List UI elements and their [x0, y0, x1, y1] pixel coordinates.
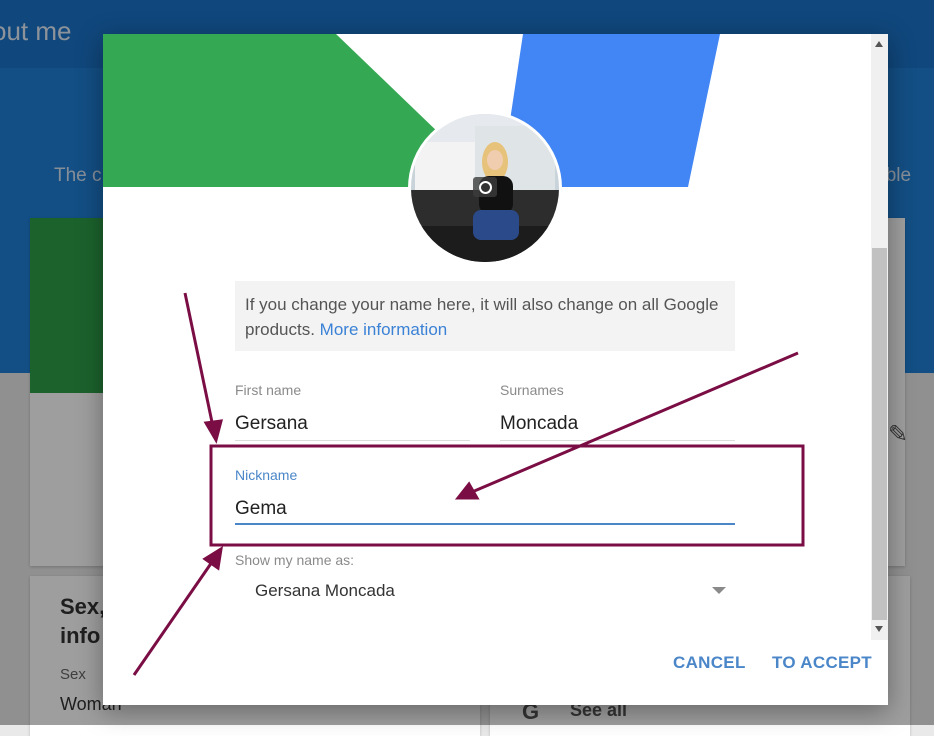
cancel-button[interactable]: CANCEL — [673, 653, 746, 673]
chevron-down-icon[interactable] — [712, 587, 726, 594]
surnames-label: Surnames — [500, 382, 564, 398]
scroll-down-icon[interactable] — [875, 626, 883, 632]
camera-icon[interactable] — [473, 177, 497, 197]
edit-name-dialog: If you change your name here, it will al… — [103, 34, 888, 705]
surnames-input[interactable]: Moncada — [500, 413, 578, 435]
more-information-link[interactable]: More information — [320, 320, 448, 339]
first-name-underline — [235, 440, 470, 441]
nickname-underline — [235, 523, 735, 525]
scroll-up-icon[interactable] — [875, 41, 883, 47]
first-name-input[interactable]: Gersana — [235, 413, 308, 435]
dialog-scrollbar[interactable] — [871, 34, 888, 640]
surnames-underline — [500, 440, 735, 441]
info-text: If you change your name here, it will al… — [245, 295, 719, 339]
accept-button[interactable]: TO ACCEPT — [772, 653, 872, 673]
info-banner: If you change your name here, it will al… — [235, 281, 735, 351]
nickname-input[interactable]: Gema — [235, 498, 287, 520]
scrollbar-thumb[interactable] — [872, 248, 887, 620]
first-name-label: First name — [235, 382, 302, 398]
show-name-as-label: Show my name as: — [235, 552, 355, 568]
nickname-label: Nickname — [235, 467, 298, 483]
show-name-as-select[interactable]: Gersana Moncada — [255, 581, 395, 601]
